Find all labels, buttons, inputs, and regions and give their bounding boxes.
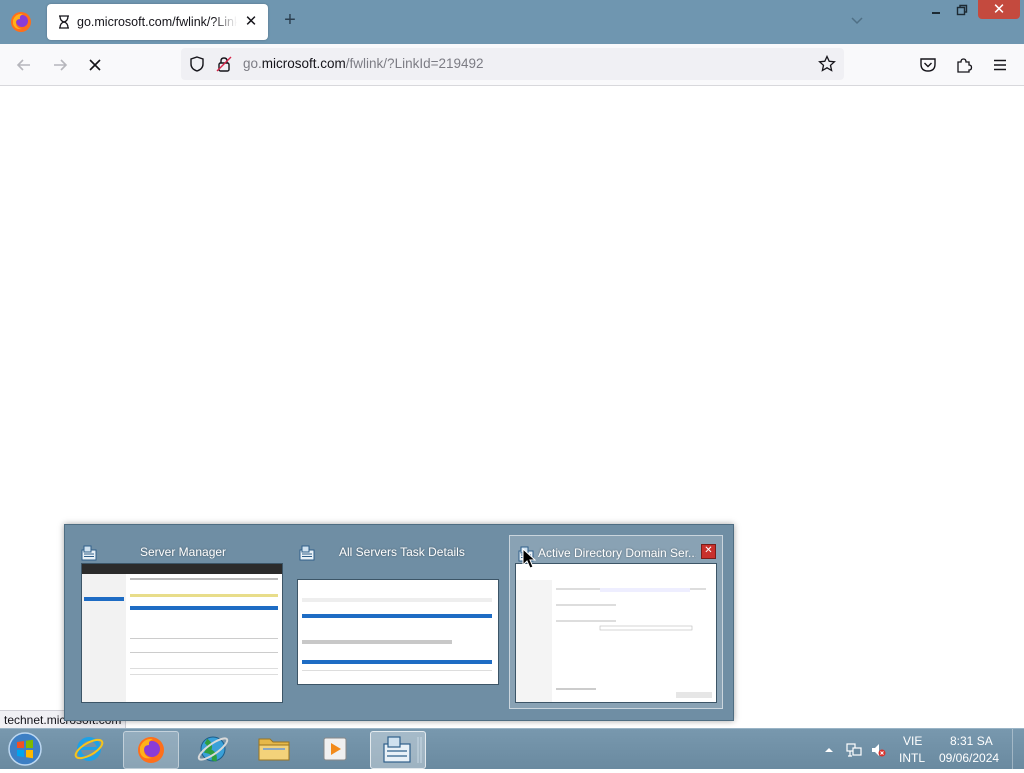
ad-ds-preview: [515, 563, 717, 703]
clock-time[interactable]: 8:31 SA: [950, 734, 993, 748]
pocket-icon[interactable]: [919, 56, 937, 74]
input-language-layout[interactable]: INTL: [899, 751, 925, 765]
ad-ds-preview-image: [516, 580, 712, 702]
thumbnail-title: Active Directory Domain Ser...: [538, 546, 696, 560]
taskbar-thumbnail-popup: Server Manager All Servers Task Details: [64, 524, 734, 721]
server-manager-icon: [81, 545, 97, 561]
forward-arrow-icon[interactable]: [51, 56, 69, 74]
firefox-icon: [138, 737, 164, 763]
globe-network-icon: [197, 736, 229, 762]
server-manager-icon: [383, 736, 422, 763]
thumbnail-active-directory-domain-services[interactable]: Active Directory Domain Ser... ✕: [509, 535, 723, 709]
stop-loading-icon[interactable]: [86, 56, 104, 74]
thumbnail-all-servers-task-details[interactable]: All Servers Task Details: [291, 535, 503, 707]
thumbnail-server-manager[interactable]: Server Manager: [73, 535, 285, 707]
tab-title: go.microsoft.com/fwlink/?LinkId=219492: [77, 15, 237, 29]
url-domain: microsoft.com: [261, 56, 346, 71]
loading-hourglass-icon: [59, 15, 69, 29]
folder-icon: [258, 738, 290, 761]
mouse-cursor-icon: [522, 548, 536, 569]
chevron-down-icon[interactable]: [850, 14, 864, 28]
windows-start-icon[interactable]: [6, 731, 44, 767]
browser-navbar: go.microsoft.com/fwlink/?LinkId=219492: [0, 44, 1024, 86]
browser-tab[interactable]: go.microsoft.com/fwlink/?LinkId=219492 ✕: [47, 4, 268, 40]
taskbar-file-explorer[interactable]: [247, 731, 301, 767]
server-manager-preview: [81, 563, 283, 703]
address-bar[interactable]: go.microsoft.com/fwlink/?LinkId=219492: [181, 48, 844, 80]
url-prefix: go.: [243, 56, 262, 71]
minimize-window-icon[interactable]: [929, 3, 943, 17]
bookmark-star-icon[interactable]: [818, 55, 836, 73]
network-icon[interactable]: [846, 742, 862, 758]
firefox-icon[interactable]: [10, 11, 32, 33]
hamburger-menu-icon[interactable]: [991, 56, 1009, 74]
taskbar-server-manager[interactable]: [370, 731, 426, 769]
close-tab-icon[interactable]: ✕: [243, 14, 259, 30]
thumbnail-title: Server Manager: [140, 545, 227, 559]
extensions-puzzle-icon[interactable]: [955, 56, 973, 74]
show-desktop-button[interactable]: [1012, 729, 1024, 769]
taskbar-internet-explorer[interactable]: [62, 731, 116, 767]
back-arrow-icon[interactable]: [15, 56, 33, 74]
close-thumbnail-icon[interactable]: ✕: [701, 544, 716, 559]
thumbnail-title: All Servers Task Details: [339, 545, 465, 559]
taskbar-firefox[interactable]: [123, 731, 179, 769]
media-player-icon: [323, 737, 347, 761]
server-manager-preview-image: [82, 564, 282, 702]
show-hidden-icons-chevron-up-icon[interactable]: [823, 742, 835, 758]
internet-explorer-icon: [74, 737, 104, 761]
connection-lock-icon[interactable]: [216, 56, 232, 72]
new-tab-plus-icon[interactable]: +: [282, 10, 298, 30]
task-details-preview-image: [302, 598, 492, 671]
browser-titlebar: go.microsoft.com/fwlink/?LinkId=219492 ✕…: [0, 0, 1024, 44]
input-language-code[interactable]: VIE: [903, 734, 922, 748]
tracking-protection-shield-icon[interactable]: [189, 56, 205, 72]
url-text[interactable]: go.microsoft.com/fwlink/?LinkId=219492: [243, 56, 484, 71]
url-path: /fwlink/?LinkId=219492: [345, 56, 484, 71]
task-details-preview: [297, 579, 499, 685]
windows-taskbar: VIE INTL 8:31 SA 09/06/2024: [0, 728, 1024, 769]
speaker-muted-icon[interactable]: [870, 742, 886, 758]
taskbar-media-player[interactable]: [308, 731, 362, 767]
restore-window-icon[interactable]: [955, 3, 969, 17]
server-manager-icon: [299, 545, 315, 561]
close-window-icon[interactable]: ✕: [978, 0, 1020, 19]
taskbar-network-app[interactable]: [186, 731, 240, 767]
clock-date[interactable]: 09/06/2024: [939, 751, 999, 765]
